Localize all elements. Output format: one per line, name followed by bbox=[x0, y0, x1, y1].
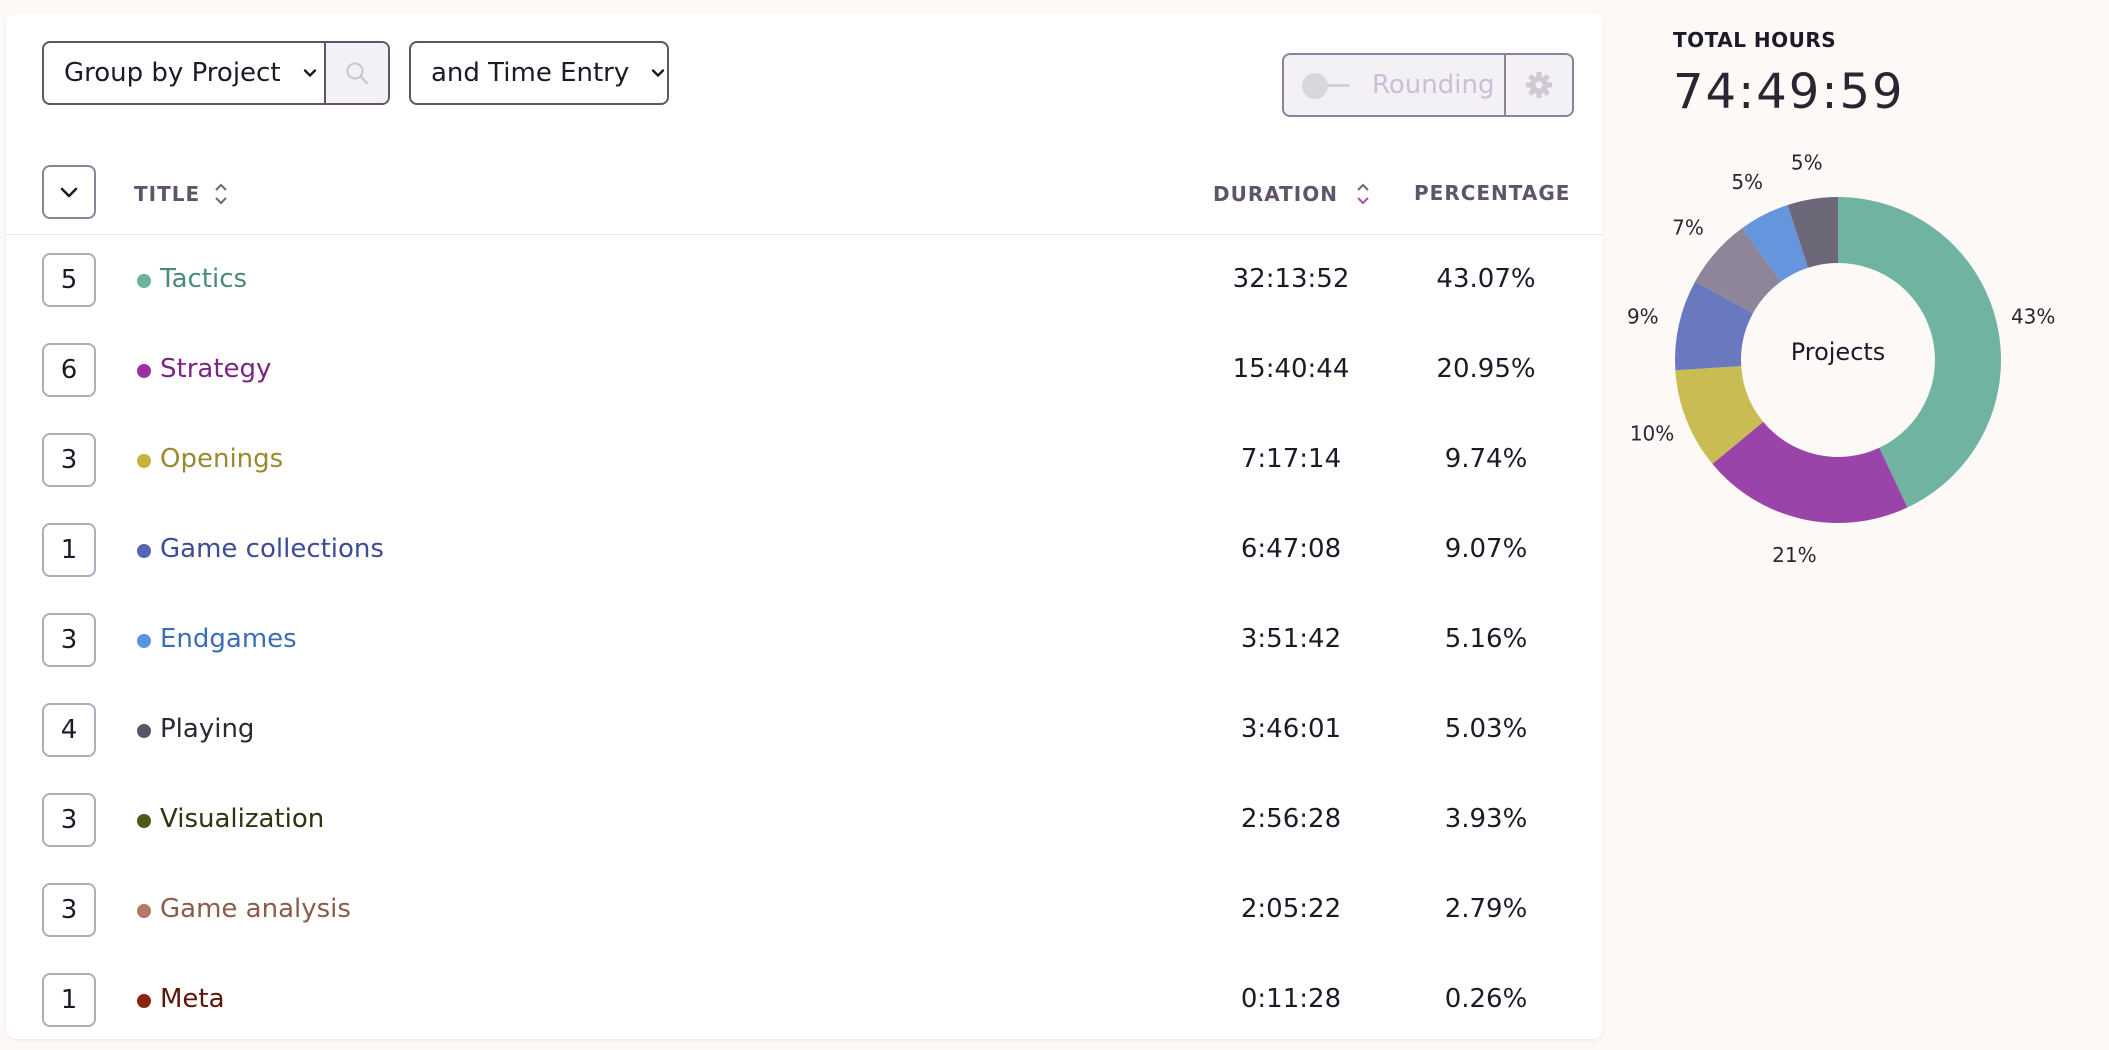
table-row[interactable]: 6 Strategy 15:40:44 20.95% bbox=[6, 326, 1603, 416]
group-by-select[interactable]: Group by Project bbox=[44, 43, 324, 103]
sort-icon bbox=[1357, 183, 1369, 205]
project-color-dot bbox=[137, 994, 151, 1008]
rounding-settings-button[interactable] bbox=[1504, 55, 1572, 115]
search-button[interactable] bbox=[324, 43, 388, 103]
project-color-dot bbox=[137, 814, 151, 828]
project-percentage: 0.26% bbox=[1444, 984, 1528, 1014]
project-color-dot bbox=[137, 724, 151, 738]
table-row[interactable]: 3 Game analysis 2:05:22 2.79% bbox=[6, 866, 1603, 956]
rounding-toggle[interactable]: Rounding bbox=[1284, 55, 1504, 115]
slice-label: 43% bbox=[2011, 304, 2055, 328]
table-row[interactable]: 4 Playing 3:46:01 5.03% bbox=[6, 686, 1603, 776]
table-row[interactable]: 1 Meta 0:11:28 0.26% bbox=[6, 956, 1603, 1046]
collapse-all-button[interactable] bbox=[42, 165, 96, 219]
project-color-dot bbox=[137, 454, 151, 468]
slice-label: 5% bbox=[1791, 150, 1823, 174]
entry-count-badge[interactable]: 1 bbox=[42, 973, 96, 1027]
project-duration: 3:51:42 bbox=[1240, 624, 1342, 654]
project-title[interactable]: Openings bbox=[160, 444, 283, 474]
project-color-dot bbox=[137, 364, 151, 378]
project-percentage: 3.93% bbox=[1444, 804, 1528, 834]
slice-label: 9% bbox=[1627, 304, 1659, 328]
entry-count-badge[interactable]: 4 bbox=[42, 703, 96, 757]
table-row[interactable]: 3 Visualization 2:56:28 3.93% bbox=[6, 776, 1603, 866]
entry-count-badge[interactable]: 3 bbox=[42, 433, 96, 487]
project-percentage: 2.79% bbox=[1444, 894, 1528, 924]
rounding-control: Rounding bbox=[1282, 53, 1574, 117]
slice-label: 21% bbox=[1772, 543, 1816, 567]
project-percentage: 9.74% bbox=[1444, 444, 1528, 474]
gear-icon bbox=[1526, 72, 1552, 98]
entry-count-badge[interactable]: 3 bbox=[42, 793, 96, 847]
report-card: Group by Project and Time Entry Rounding bbox=[6, 13, 1603, 1039]
project-title[interactable]: Visualization bbox=[160, 804, 324, 834]
entry-count-badge[interactable]: 3 bbox=[42, 613, 96, 667]
sort-icon bbox=[215, 183, 227, 205]
toggle-switch[interactable] bbox=[1302, 73, 1352, 99]
table-row[interactable]: 1 Game collections 6:47:08 9.07% bbox=[6, 506, 1603, 596]
table-row[interactable]: 3 Openings 7:17:14 9.74% bbox=[6, 416, 1603, 506]
chart-center-label: Projects bbox=[1791, 338, 1886, 366]
project-percentage: 5.16% bbox=[1444, 624, 1528, 654]
project-title[interactable]: Tactics bbox=[160, 264, 247, 294]
project-color-dot bbox=[137, 904, 151, 918]
group-by-label: Group by Project bbox=[64, 58, 281, 88]
project-color-dot bbox=[137, 544, 151, 558]
project-title[interactable]: Strategy bbox=[160, 354, 271, 384]
group-by-dropdown[interactable]: Group by Project bbox=[42, 41, 390, 105]
total-hours-value: 74:49:59 bbox=[1673, 64, 1905, 120]
secondary-group-label: and Time Entry bbox=[431, 58, 630, 88]
duration-column-header[interactable]: DURATION bbox=[1213, 181, 1370, 207]
table-row[interactable]: 3 Endgames 3:51:42 5.16% bbox=[6, 596, 1603, 686]
project-duration: 32:13:52 bbox=[1232, 264, 1350, 294]
secondary-group-dropdown[interactable]: and Time Entry bbox=[409, 41, 669, 105]
project-duration: 2:56:28 bbox=[1240, 804, 1342, 834]
entry-count-badge[interactable]: 1 bbox=[42, 523, 96, 577]
entry-count-badge[interactable]: 6 bbox=[42, 343, 96, 397]
entry-count-badge[interactable]: 3 bbox=[42, 883, 96, 937]
table-row[interactable]: 5 Tactics 32:13:52 43.07% bbox=[6, 236, 1603, 326]
project-duration: 6:47:08 bbox=[1240, 534, 1342, 564]
project-color-dot bbox=[137, 274, 151, 288]
project-title[interactable]: Meta bbox=[160, 984, 225, 1014]
percentage-column-header: PERCENTAGE bbox=[1414, 181, 1571, 205]
slice-label: 10% bbox=[1630, 422, 1674, 446]
project-percentage: 9.07% bbox=[1444, 534, 1528, 564]
chevron-down-icon bbox=[60, 187, 78, 198]
table-header: TITLE DURATION PERCENTAGE bbox=[6, 151, 1603, 235]
project-duration: 2:05:22 bbox=[1240, 894, 1342, 924]
project-title[interactable]: Endgames bbox=[160, 624, 297, 654]
project-duration: 0:11:28 bbox=[1240, 984, 1342, 1014]
project-title[interactable]: Playing bbox=[160, 714, 254, 744]
project-title[interactable]: Game analysis bbox=[160, 894, 351, 924]
slice-label: 5% bbox=[1731, 170, 1763, 194]
project-color-dot bbox=[137, 634, 151, 648]
project-percentage: 5.03% bbox=[1444, 714, 1528, 744]
total-hours-label: TOTAL HOURS bbox=[1673, 28, 1837, 52]
project-duration: 3:46:01 bbox=[1240, 714, 1342, 744]
chevron-down-icon bbox=[652, 69, 665, 77]
chevron-down-icon bbox=[303, 69, 316, 77]
rounding-label: Rounding bbox=[1372, 70, 1495, 100]
search-icon bbox=[346, 62, 368, 84]
project-duration: 15:40:44 bbox=[1232, 354, 1350, 384]
project-percentage: 43.07% bbox=[1436, 264, 1536, 294]
project-title[interactable]: Game collections bbox=[160, 534, 384, 564]
project-duration: 7:17:14 bbox=[1240, 444, 1342, 474]
projects-donut-chart: 43% 21% 10% 9% 7% 5% 5% Projects bbox=[1627, 150, 2055, 567]
entry-count-badge[interactable]: 5 bbox=[42, 253, 96, 307]
slice-label: 7% bbox=[1672, 216, 1704, 240]
title-column-header[interactable]: TITLE bbox=[134, 181, 228, 207]
project-percentage: 20.95% bbox=[1436, 354, 1536, 384]
